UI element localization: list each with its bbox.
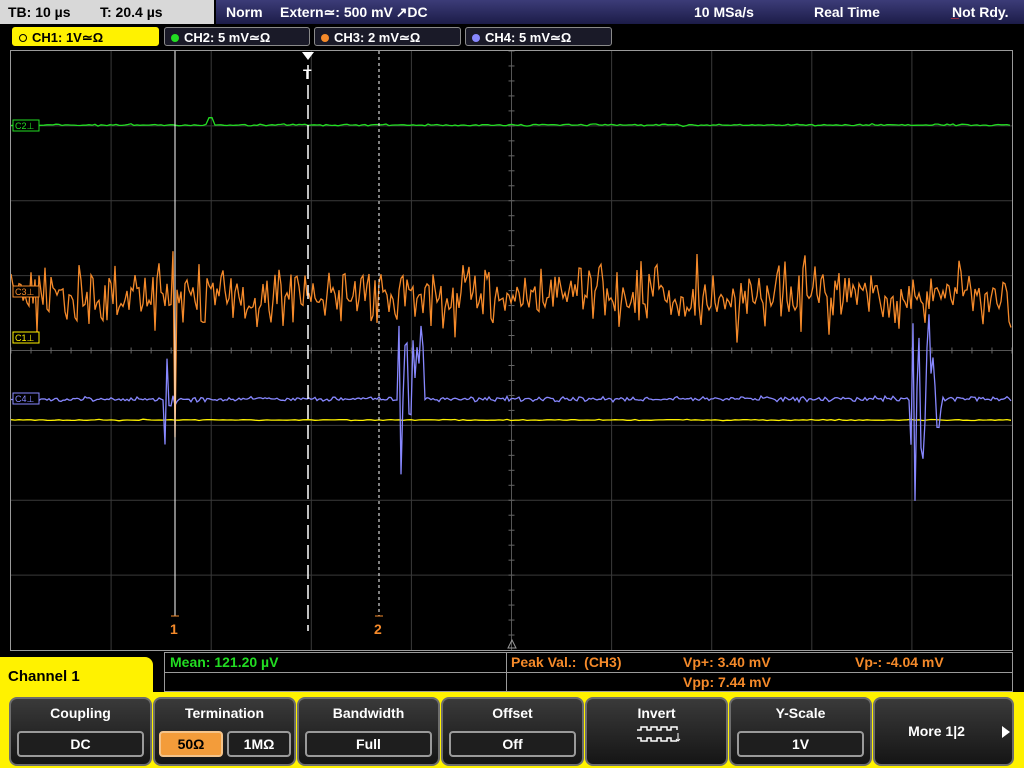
peak-measurement-label: Peak Val.: (CH3) [511, 654, 622, 670]
vp-plus-measurement: Vp+: 3.40 mV [683, 654, 771, 670]
trigger-source: Extern≃: 500 mV ↗DC [280, 4, 428, 20]
measurement-panel: Mean: 121.20 µV Peak Val.: (CH3) Vp+: 3.… [164, 652, 1013, 692]
waveform-canvas: T 1 2 C2⊥ C3⊥ C1⊥ C4⊥ [11, 51, 1012, 650]
bandwidth-title: Bandwidth [332, 705, 405, 721]
offset-softkey[interactable]: Offset Off [441, 697, 584, 766]
tab-ch1-label: CH1: 1V≃Ω [32, 30, 104, 45]
ch3-ground-marker[interactable]: C3⊥ [12, 285, 40, 298]
trigger-marker-icon[interactable] [302, 52, 314, 60]
waveform-display[interactable]: T 1 2 C2⊥ C3⊥ C1⊥ C4⊥ [10, 50, 1013, 651]
ready-state: Not Rdy. [952, 4, 1009, 20]
cursor-1-label: 1 [170, 621, 178, 637]
coupling-title: Coupling [50, 705, 111, 721]
channel-dot-icon [321, 34, 329, 42]
trigger-mode: Norm [226, 4, 263, 20]
ch2-marker-label: C2⊥ [15, 121, 35, 131]
graticule [11, 51, 1012, 650]
yscale-title: Y-Scale [775, 705, 826, 721]
invert-title: Invert [637, 705, 676, 721]
tab-ch1[interactable]: CH1: 1V≃Ω [12, 27, 159, 46]
termination-1mohm-option[interactable]: 1MΩ [227, 731, 291, 757]
ch2-ground-marker[interactable]: C2⊥ [12, 119, 40, 132]
timebase-label: TB: 10 µs [8, 4, 71, 20]
more-title: More 1|2 [908, 723, 965, 739]
channel-dot-icon [171, 34, 179, 42]
sample-rate: 10 MSa/s [694, 4, 754, 20]
ch1-ground-marker[interactable]: C1⊥ [12, 331, 40, 344]
tab-ch2-label: CH2: 5 mV≃Ω [184, 30, 271, 45]
bandwidth-softkey[interactable]: Bandwidth Full [297, 697, 440, 766]
ch4-ground-marker[interactable]: C4⊥ [12, 392, 40, 405]
ch4-marker-label: C4⊥ [15, 394, 35, 404]
offset-title: Offset [492, 705, 533, 721]
ch2-trace [11, 117, 1011, 128]
divider [506, 653, 507, 691]
offset-value[interactable]: Off [449, 731, 576, 757]
divider [165, 672, 1012, 673]
cursor-2-label: 2 [374, 621, 382, 637]
tab-ch4-label: CH4: 5 mV≃Ω [485, 30, 572, 45]
tab-ch3-label: CH3: 2 mV≃Ω [334, 30, 421, 45]
termination-title: Termination [184, 705, 265, 721]
yscale-value[interactable]: 1V [737, 731, 864, 757]
trigger-marker-label: T [303, 66, 312, 82]
timebase-panel[interactable]: TB: 10 µs T: 20.4 µs [0, 0, 214, 24]
vpp-measurement: Vpp: 7.44 mV [683, 674, 771, 690]
termination-softkey[interactable]: Termination 50Ω 1MΩ [153, 697, 296, 766]
coupling-value[interactable]: DC [17, 731, 144, 757]
status-bar: TB: 10 µs T: 20.4 µs Norm Extern≃: 500 m… [0, 0, 1024, 25]
acquisition-status[interactable]: Norm Extern≃: 500 mV ↗DC 10 MSa/s Real T… [216, 0, 1024, 24]
trigger-time-label: T: 20.4 µs [100, 4, 163, 20]
termination-50ohm-option[interactable]: 50Ω [159, 731, 223, 757]
vp-minus-measurement: Vp-: -4.04 mV [855, 654, 944, 670]
menu-title: Channel 1 [0, 657, 153, 697]
inverted-square-wave-icon [637, 726, 681, 742]
coupling-softkey[interactable]: Coupling DC [9, 697, 152, 766]
yscale-softkey[interactable]: Y-Scale 1V [729, 697, 872, 766]
mean-measurement: Mean: 121.20 µV [170, 654, 279, 670]
ch3-marker-label: C3⊥ [15, 287, 35, 297]
channel-dot-icon [472, 34, 480, 42]
more-softkey[interactable]: More 1|2 [873, 697, 1014, 766]
tab-ch2[interactable]: CH2: 5 mV≃Ω [164, 27, 310, 46]
channel-dot-icon [19, 34, 27, 42]
bandwidth-value[interactable]: Full [305, 731, 432, 757]
tab-ch4[interactable]: CH4: 5 mV≃Ω [465, 27, 612, 46]
acquisition-mode: Real Time [814, 4, 880, 20]
ch1-marker-label: C1⊥ [15, 333, 35, 343]
invert-softkey[interactable]: Invert [585, 697, 728, 766]
tab-ch3[interactable]: CH3: 2 mV≃Ω [314, 27, 461, 46]
arrow-right-icon [1002, 726, 1010, 738]
